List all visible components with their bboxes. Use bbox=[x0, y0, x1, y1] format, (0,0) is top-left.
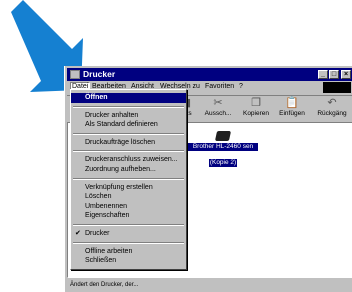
file-menu: Öffnen Drucker anhalten Als Standard def… bbox=[70, 89, 187, 270]
toolbar-button-paste[interactable]: 📋 Einfügen bbox=[277, 97, 307, 121]
menu-help[interactable]: ? bbox=[239, 83, 243, 90]
menu-item-rename[interactable]: Umbenennen bbox=[71, 202, 186, 212]
checkmark-icon: ✔ bbox=[75, 229, 81, 237]
menu-item-release-port[interactable]: Zuordnung aufheben... bbox=[71, 165, 186, 175]
menu-item-purge-jobs[interactable]: Druckaufträge löschen bbox=[71, 138, 186, 148]
menu-separator bbox=[73, 105, 184, 108]
menu-item-delete[interactable]: Löschen bbox=[71, 192, 186, 202]
menu-item-pause-printer[interactable]: Drucker anhalten bbox=[71, 111, 186, 121]
menu-separator bbox=[73, 150, 184, 153]
folder-icon bbox=[70, 70, 80, 79]
menu-item-work-offline[interactable]: Offline arbeiten bbox=[71, 247, 186, 257]
minimize-button[interactable]: _ bbox=[318, 70, 328, 79]
status-text: Ändert den Drucker, der... bbox=[70, 282, 139, 288]
toolbar-button-cut[interactable]: ✂ Aussch... bbox=[203, 97, 233, 121]
menu-separator bbox=[73, 223, 184, 226]
cut-icon: ✂ bbox=[213, 97, 223, 109]
status-bar: Ändert den Drucker, der... bbox=[67, 280, 352, 292]
printer-item[interactable]: Brother HL-2460 sen (Kopie 2) bbox=[188, 131, 258, 169]
toolbar-button-copy[interactable]: ❐ Kopieren bbox=[241, 97, 271, 121]
maximize-button[interactable]: □ bbox=[329, 70, 339, 79]
menu-item-create-shortcut[interactable]: Verknüpfung erstellen bbox=[71, 183, 186, 193]
window-title: Drucker bbox=[83, 69, 116, 79]
menu-separator bbox=[73, 132, 184, 135]
menu-item-capture-port[interactable]: Druckeranschluss zuweisen... bbox=[71, 155, 186, 165]
menu-item-open[interactable]: Öffnen bbox=[71, 93, 186, 103]
printer-label-copy: (Kopie 2) bbox=[208, 159, 238, 167]
menu-item-printer-label: Drucker bbox=[85, 229, 110, 237]
menu-separator bbox=[73, 241, 184, 244]
menu-item-set-default[interactable]: Als Standard definieren bbox=[71, 120, 186, 130]
undo-icon: ↶ bbox=[327, 97, 337, 109]
printer-label: Brother HL-2460 sen bbox=[188, 143, 258, 151]
copy-icon: ❐ bbox=[251, 97, 261, 109]
menu-separator bbox=[73, 177, 184, 180]
toolbar-button-undo[interactable]: ↶ Rückgäng bbox=[317, 97, 347, 121]
title-bar: Drucker _ □ × bbox=[67, 68, 352, 81]
close-button[interactable]: × bbox=[341, 70, 351, 79]
printer-icon bbox=[214, 131, 232, 141]
menu-item-close[interactable]: Schließen bbox=[71, 256, 186, 266]
menu-item-properties[interactable]: Eigenschaften bbox=[71, 211, 186, 221]
menu-favoriten[interactable]: Favoriten bbox=[205, 83, 234, 90]
paste-icon: 📋 bbox=[285, 97, 299, 109]
menu-item-printer[interactable]: ✔ Drucker bbox=[71, 229, 186, 239]
windows-logo-icon bbox=[323, 82, 351, 93]
